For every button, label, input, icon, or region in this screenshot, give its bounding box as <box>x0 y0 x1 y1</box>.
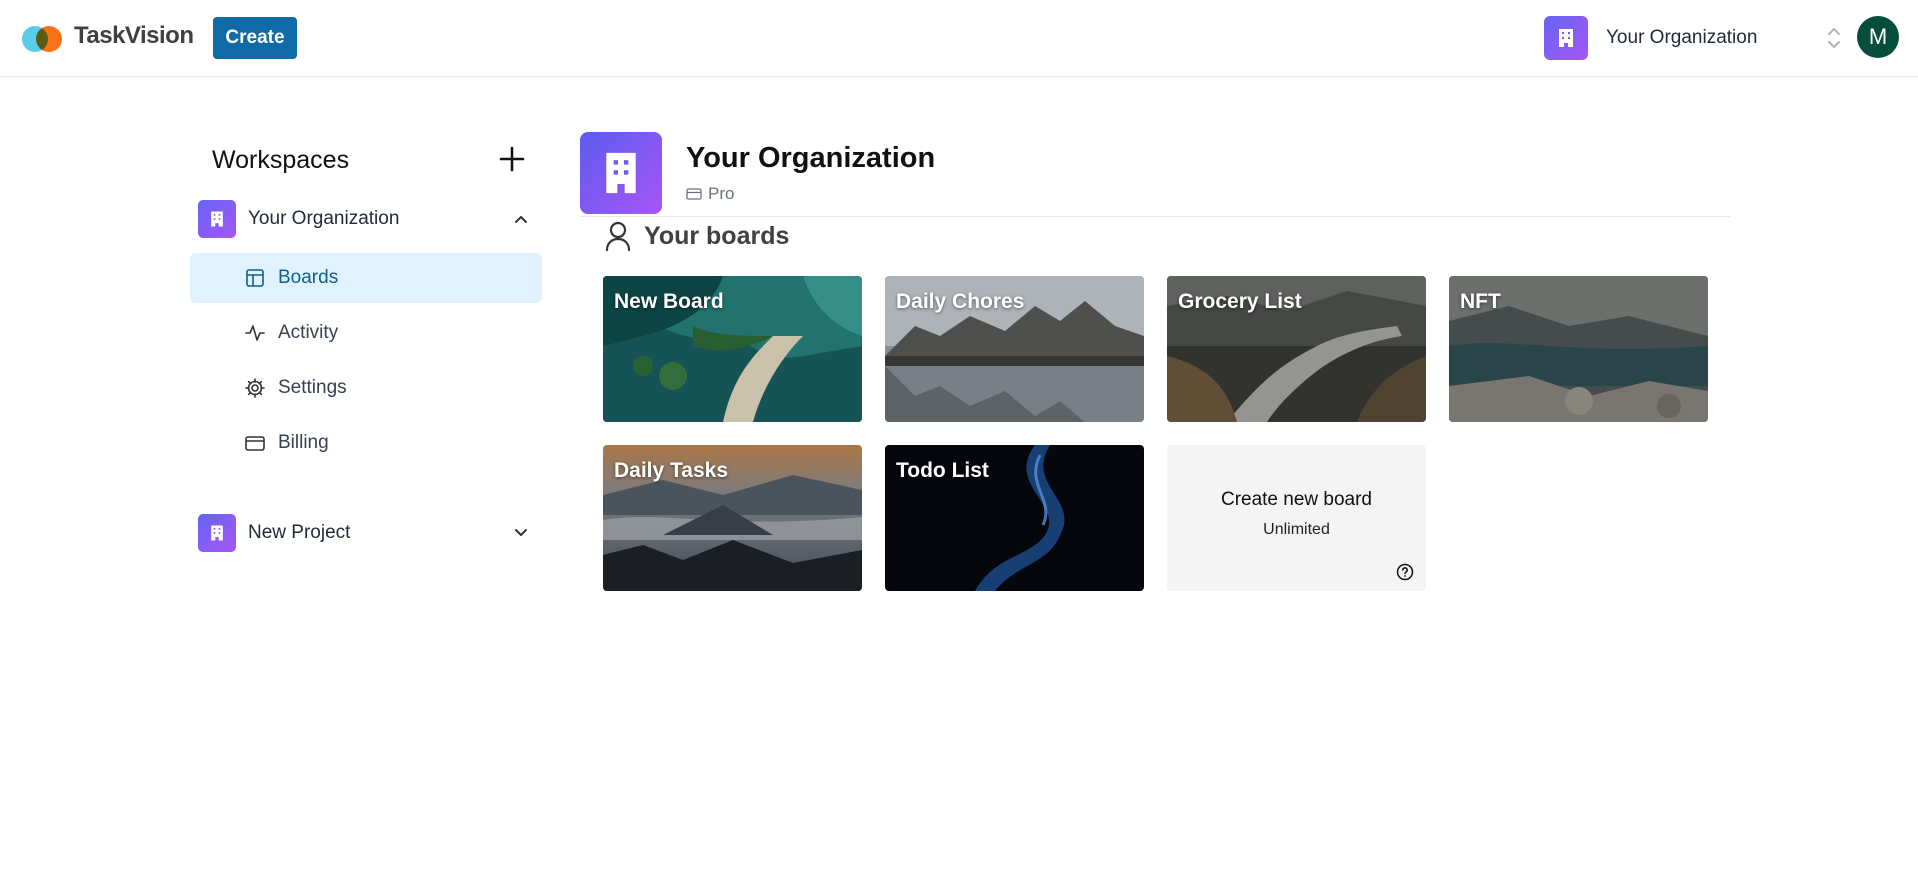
chevron-up-icon[interactable] <box>510 208 532 230</box>
board-card[interactable]: Grocery List <box>1167 276 1426 422</box>
workspaces-title: Workspaces <box>212 146 350 174</box>
create-button[interactable]: Create <box>213 17 297 59</box>
credit-card-icon <box>686 188 702 200</box>
workspace-label: New Project <box>248 522 351 543</box>
boards-heading: Your boards <box>604 220 789 252</box>
workspaces-sidebar: Workspaces Your Organization Boards Acti… <box>190 130 542 552</box>
gear-icon <box>245 378 265 398</box>
plan-badge: Pro <box>686 184 734 204</box>
workspace-new-project[interactable]: New Project <box>198 513 542 553</box>
layout-icon <box>246 269 264 287</box>
sidebar-item-boards[interactable]: Boards <box>190 253 542 303</box>
plan-label: Pro <box>708 184 735 203</box>
building-icon <box>198 514 236 552</box>
activity-icon <box>245 325 265 341</box>
board-card[interactable]: Daily Tasks <box>603 445 862 591</box>
divider <box>580 216 1730 217</box>
top-navbar: TaskVision Create Your Organization M <box>0 0 1918 77</box>
board-title: NFT <box>1460 290 1501 313</box>
board-title: Grocery List <box>1178 290 1302 313</box>
user-avatar[interactable]: M <box>1857 16 1899 58</box>
board-title: Daily Tasks <box>614 459 729 482</box>
board-card[interactable]: Todo List <box>885 445 1144 591</box>
building-icon <box>198 200 236 238</box>
create-board-label: Create new board <box>1220 489 1373 510</box>
chevron-down-icon[interactable] <box>510 522 532 544</box>
board-card[interactable]: NFT <box>1449 276 1708 422</box>
workspace-label: Your Organization <box>248 208 400 229</box>
board-card[interactable]: Daily Chores <box>885 276 1144 422</box>
sidebar-item-label: Settings <box>278 377 347 398</box>
boards-heading-label: Your boards <box>644 221 790 250</box>
workspaces-header: Workspaces <box>190 130 542 190</box>
logo-icon <box>22 18 62 58</box>
plus-icon[interactable] <box>497 144 527 174</box>
sidebar-item-settings[interactable]: Settings <box>190 363 542 413</box>
board-title: Todo List <box>896 459 989 482</box>
board-title: Daily Chores <box>896 290 1025 313</box>
chevrons-up-down-icon <box>1828 28 1840 48</box>
app-name: TaskVision <box>74 22 194 49</box>
sidebar-item-label: Boards <box>278 267 339 288</box>
sidebar-item-label: Activity <box>278 322 339 343</box>
organization-switcher[interactable]: Your Organization <box>1544 16 1842 60</box>
building-icon <box>1544 16 1588 60</box>
sidebar-item-label: Billing <box>278 432 329 453</box>
sidebar-item-activity[interactable]: Activity <box>190 308 542 358</box>
boards-grid: New Board Daily Chores Grocery List NFT … <box>603 276 1713 591</box>
sidebar-item-billing[interactable]: Billing <box>190 418 542 468</box>
credit-card-icon <box>245 436 265 451</box>
building-icon <box>580 132 662 214</box>
organization-title: Your Organization <box>686 142 936 174</box>
user-icon <box>605 221 631 252</box>
board-card[interactable]: New Board <box>603 276 862 422</box>
create-board-sublabel: Unlimited <box>1263 521 1330 538</box>
board-title: New Board <box>614 290 724 313</box>
workspace-your-organization[interactable]: Your Organization <box>198 199 542 239</box>
organization-switcher-label: Your Organization <box>1606 27 1758 48</box>
create-board-button[interactable]: Create new board Unlimited <box>1167 445 1426 591</box>
help-circle-icon[interactable] <box>1396 563 1414 581</box>
app-logo[interactable]: TaskVision <box>22 18 194 58</box>
